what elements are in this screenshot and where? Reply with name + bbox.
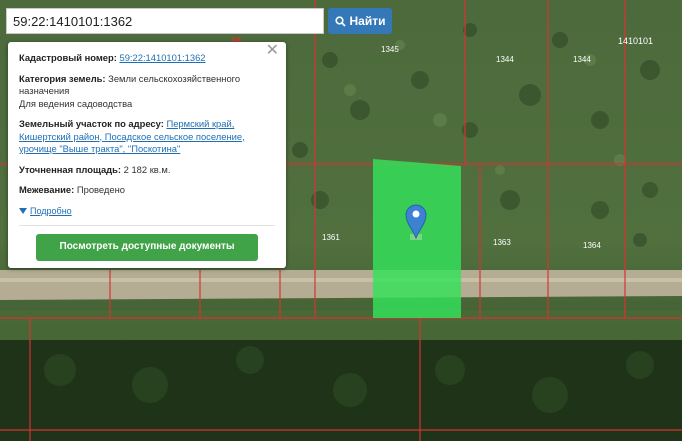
plot-label: 1345	[381, 45, 399, 54]
search-button[interactable]: Найти	[328, 8, 392, 34]
category-row: Категория земель: Земли сельскохозяйстве…	[19, 73, 275, 111]
address-row: Земельный участок по адресу: Пермский кр…	[19, 118, 275, 156]
search-button-label: Найти	[349, 14, 386, 28]
area-label: Уточненная площадь:	[19, 163, 122, 175]
close-icon[interactable]: ✕	[266, 43, 279, 58]
parcel-info-popup: ✕ Кадастровый номер: 59:22:1410101:1362 …	[8, 42, 286, 268]
divider	[19, 225, 275, 226]
area-row: Уточненная площадь: 2 182 кв.м.	[19, 164, 275, 177]
survey-row: Межевание: Проведено	[19, 184, 275, 197]
plot-label: 1344	[496, 55, 514, 64]
category-label: Категория земель:	[19, 72, 106, 84]
address-label: Земельный участок по адресу:	[19, 118, 164, 129]
plot-label: 1344	[573, 55, 591, 64]
details-toggle[interactable]: Подробно	[19, 205, 275, 218]
area-value: 2 182 кв.м.	[123, 163, 171, 175]
caret-down-icon	[19, 207, 27, 214]
plot-label: 1363	[493, 238, 511, 247]
plot-label: 1364	[583, 241, 601, 250]
survey-label: Межевание:	[19, 184, 75, 195]
cadastral-link[interactable]: 59:22:1410101:1362	[119, 52, 205, 63]
view-documents-button[interactable]: Посмотреть доступные документы	[36, 234, 258, 261]
plot-label: 1361	[322, 233, 340, 242]
block-number: 1410101	[618, 36, 653, 46]
details-label: Подробно	[30, 205, 72, 216]
category-use: Для ведения садоводства	[19, 97, 133, 109]
cadastral-label: Кадастровый номер:	[19, 52, 117, 63]
search-input[interactable]	[6, 8, 324, 34]
cadastral-row: Кадастровый номер: 59:22:1410101:1362	[19, 52, 275, 65]
search-icon	[334, 15, 346, 27]
survey-value: Проведено	[76, 184, 125, 195]
